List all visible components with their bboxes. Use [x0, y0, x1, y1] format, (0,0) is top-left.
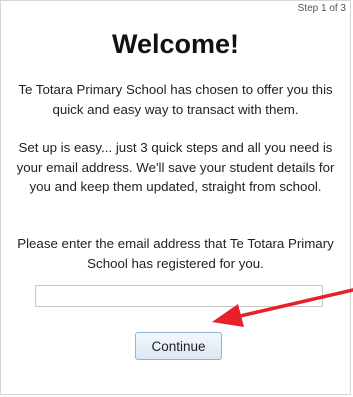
continue-button[interactable]: Continue: [135, 332, 222, 360]
step-indicator: Step 1 of 3: [297, 3, 346, 14]
welcome-panel: Step 1 of 3 Welcome! Te Totara Primary S…: [0, 0, 351, 395]
email-instruction-text: Please enter the email address that Te T…: [17, 236, 334, 271]
setup-text: Set up is easy... just 3 quick steps and…: [16, 140, 335, 194]
intro-text: Te Totara Primary School has chosen to o…: [18, 82, 333, 117]
page-title: Welcome!: [111, 29, 240, 59]
email-field[interactable]: [35, 285, 323, 307]
